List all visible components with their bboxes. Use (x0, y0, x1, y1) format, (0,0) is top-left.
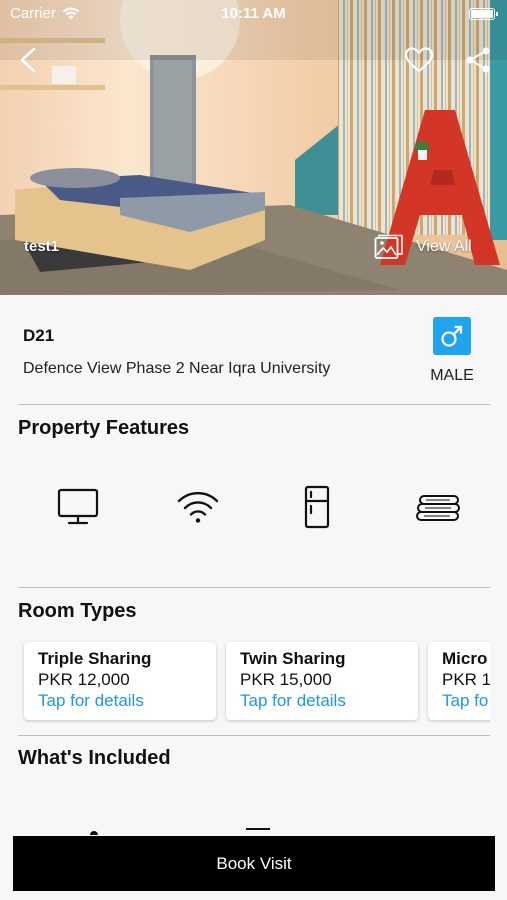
property-features-title: Property Features (18, 417, 190, 439)
status-bar: Carrier 10:11 AM (0, 0, 507, 28)
room-price: PKR 1 (442, 670, 490, 689)
room-details-link[interactable]: Tap fo (442, 691, 490, 711)
feature-wifi (175, 484, 221, 530)
feature-tv (55, 484, 101, 530)
room-price: PKR 12,000 (38, 670, 130, 689)
room-title: Micro (442, 649, 488, 668)
feature-bedding (415, 484, 461, 530)
bedding-icon (416, 495, 460, 521)
property-name: D21 (23, 326, 55, 345)
room-price: PKR 15,000 (240, 670, 332, 689)
room-types-title: Room Types (18, 600, 137, 622)
chevron-left-icon (20, 47, 36, 73)
heart-icon (404, 47, 434, 73)
divider (18, 587, 490, 588)
room-card-triple-sharing[interactable]: Triple Sharing PKR 12,000 Tap for detail… (24, 642, 216, 720)
book-visit-button[interactable]: Book Visit (13, 836, 495, 891)
back-button[interactable] (16, 46, 42, 74)
divider (18, 404, 490, 405)
divider (18, 735, 490, 736)
photo-caption: test1 (24, 238, 60, 255)
room-title: Twin Sharing (240, 649, 346, 668)
room-card-micro[interactable]: Micro PKR 1 Tap fo (428, 642, 490, 720)
gender-label: MALE (430, 367, 474, 384)
included-item-icon (88, 822, 100, 835)
share-icon (466, 47, 490, 73)
room-details-link[interactable]: Tap for details (240, 691, 404, 711)
status-time: 10:11 AM (221, 5, 286, 22)
room-card-twin-sharing[interactable]: Twin Sharing PKR 15,000 Tap for details (226, 642, 418, 720)
property-address: Defence View Phase 2 Near Iqra Universit… (23, 360, 331, 377)
favorite-button[interactable] (404, 46, 434, 74)
feature-fridge (294, 484, 340, 530)
tv-icon (57, 488, 99, 525)
gallery-icon (374, 234, 403, 259)
whats-included-title: What's Included (18, 747, 171, 769)
room-details-link[interactable]: Tap for details (38, 691, 202, 711)
room-title: Triple Sharing (38, 649, 152, 668)
included-item-icon (246, 822, 270, 832)
room-types-carousel[interactable]: Triple Sharing PKR 12,000 Tap for detail… (0, 640, 490, 724)
hero-photo: Carrier 10:11 AM test1 View All (0, 0, 507, 295)
male-symbol-icon (441, 325, 463, 347)
gender-badge (433, 317, 471, 355)
share-button[interactable] (464, 46, 492, 74)
view-all-label: View All (416, 238, 472, 255)
book-visit-label: Book Visit (216, 853, 292, 873)
view-all-photos-button[interactable]: View All (374, 234, 472, 260)
wifi-icon (177, 491, 219, 523)
battery-icon (469, 8, 498, 20)
fridge-icon (304, 485, 330, 529)
